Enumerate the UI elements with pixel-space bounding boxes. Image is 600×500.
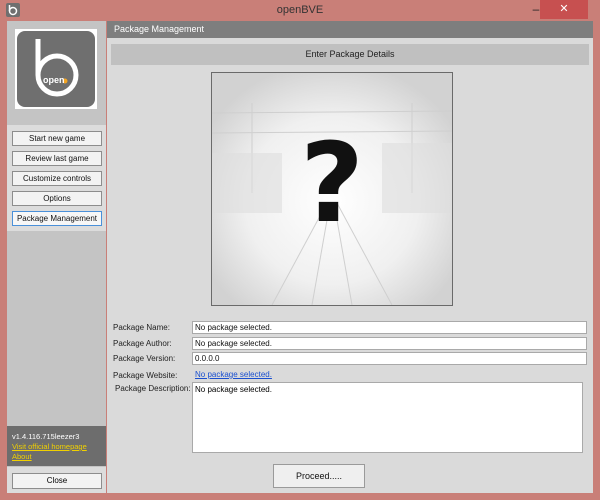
sidebar: open Start new game Review last game Cus… [7, 21, 106, 493]
version-panel: v1.4.116.715leezer3 Visit official homep… [7, 426, 106, 466]
proceed-button[interactable]: Proceed..... [273, 464, 365, 488]
start-new-game-button[interactable]: Start new game [12, 131, 102, 146]
version-text: v1.4.116.715leezer3 [12, 432, 80, 441]
logo: open [15, 29, 97, 109]
nav-panel: Start new game Review last game Customiz… [7, 125, 106, 231]
customize-controls-button[interactable]: Customize controls [12, 171, 102, 186]
app-window: openBVE – ✕ open Start new game Review l… [0, 0, 600, 500]
panel-header: Package Management [107, 21, 593, 38]
package-author-field[interactable]: No package selected. [192, 337, 587, 350]
package-management-button[interactable]: Package Management [12, 211, 102, 226]
about-link[interactable]: About [12, 452, 32, 461]
title-bar[interactable]: openBVE – ✕ [0, 0, 600, 20]
main-panel: Package Management Enter Package Details [107, 21, 593, 493]
logo-text: open [43, 75, 65, 85]
close-button[interactable]: Close [12, 473, 102, 489]
homepage-link[interactable]: Visit official homepage [12, 442, 87, 451]
openbve-logo-icon [35, 39, 79, 97]
package-image: ? [211, 72, 453, 306]
review-last-game-button[interactable]: Review last game [12, 151, 102, 166]
package-website-label: Package Website: [113, 371, 178, 380]
package-description-field[interactable]: No package selected. [192, 382, 583, 453]
package-description-label: Package Description: [115, 384, 191, 393]
package-name-label: Package Name: [113, 323, 170, 332]
package-version-field[interactable]: 0.0.0.0 [192, 352, 587, 365]
options-button[interactable]: Options [12, 191, 102, 206]
question-mark-icon: ? [300, 119, 364, 247]
close-window-button[interactable]: ✕ [540, 0, 588, 19]
window-title: openBVE [276, 4, 324, 16]
package-website-link[interactable]: No package selected. [195, 370, 272, 379]
package-author-label: Package Author: [113, 339, 172, 348]
package-version-label: Package Version: [113, 354, 176, 363]
package-name-field[interactable]: No package selected. [192, 321, 587, 334]
close-panel: Close [7, 467, 106, 493]
section-title: Enter Package Details [111, 44, 589, 65]
